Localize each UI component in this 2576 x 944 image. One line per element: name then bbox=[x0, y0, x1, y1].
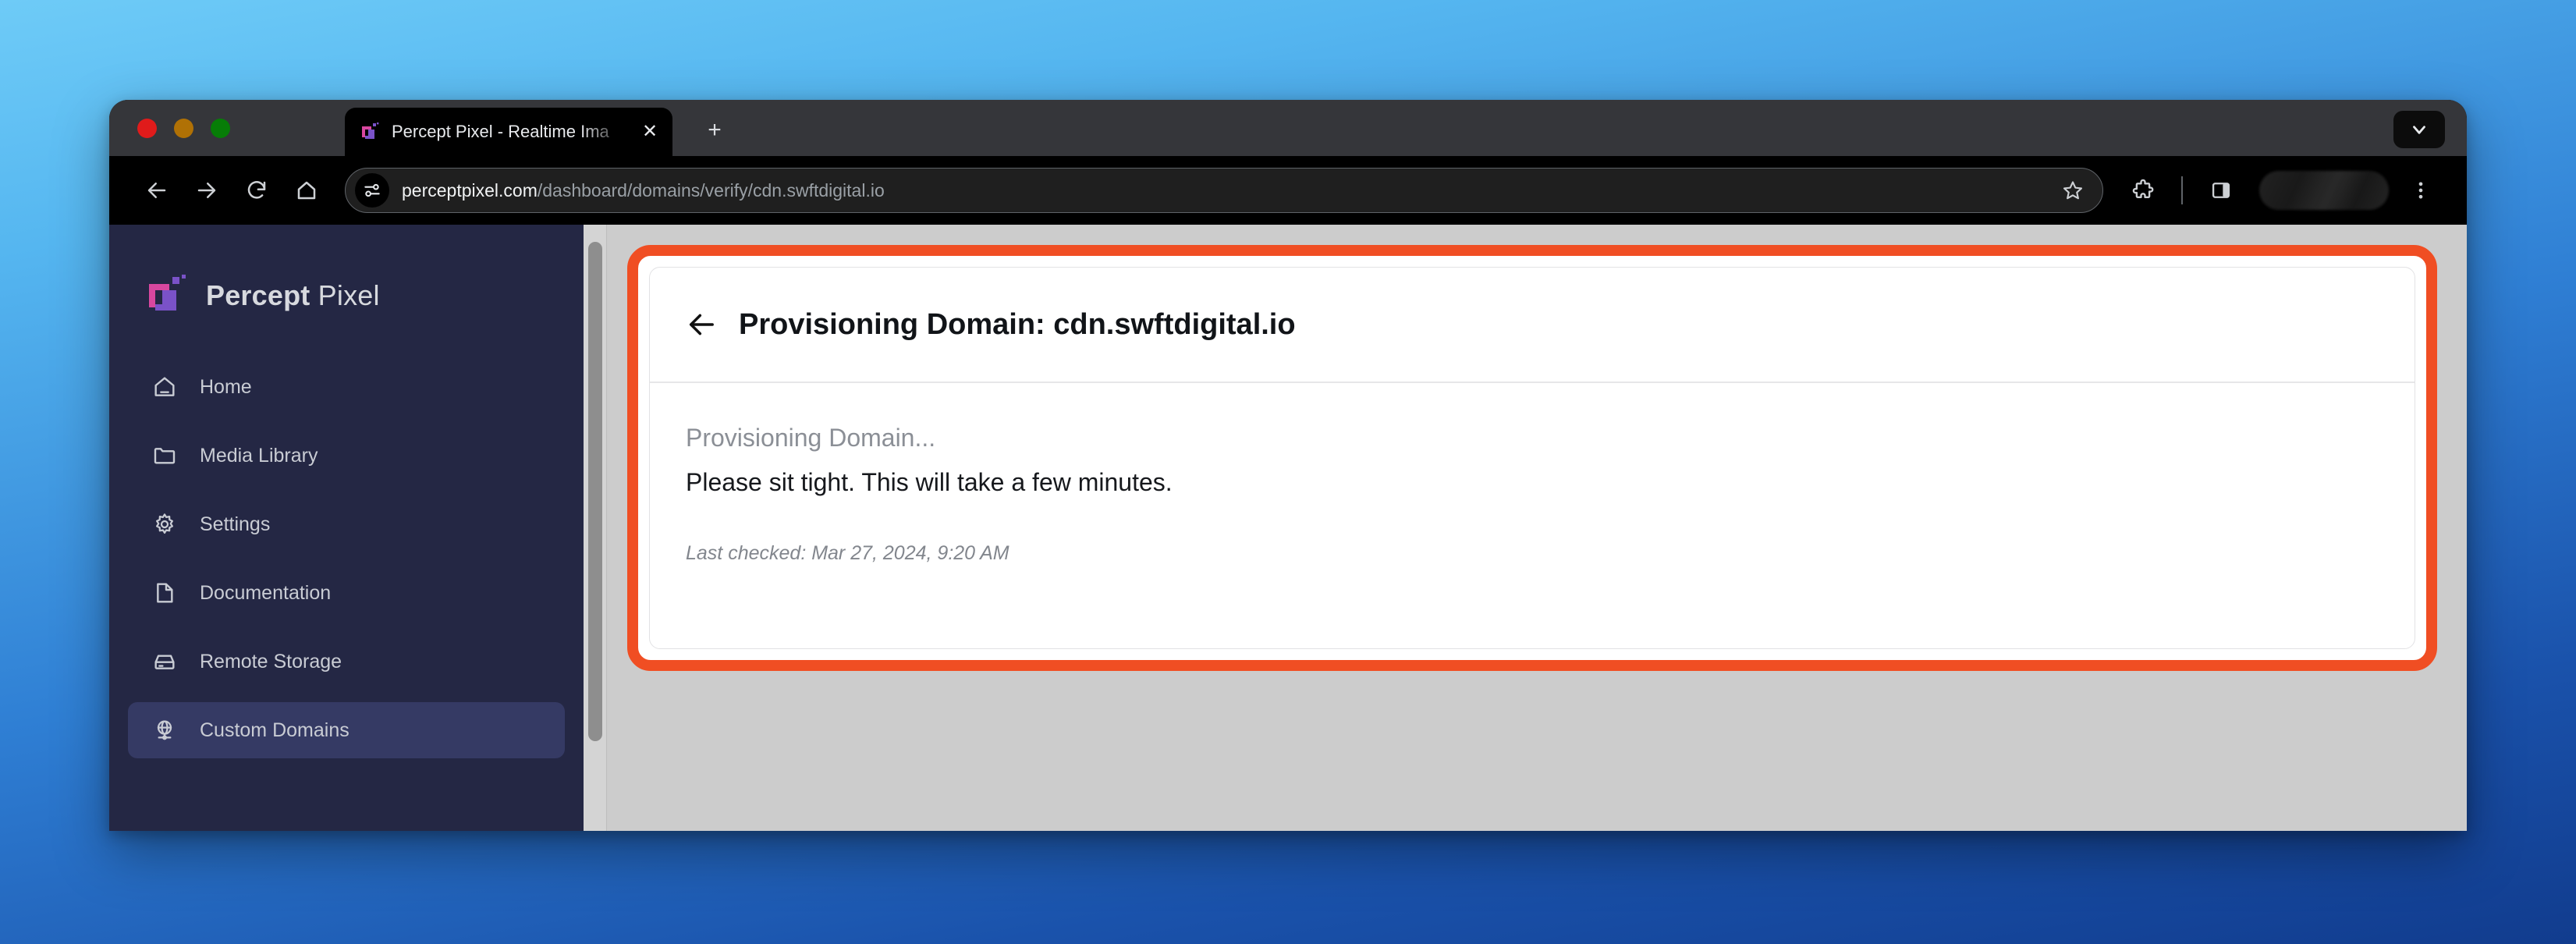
sidebar-item-label: Custom Domains bbox=[200, 719, 349, 741]
home-icon[interactable] bbox=[284, 168, 329, 213]
browser-toolbar: perceptpixel.com/dashboard/domains/verif… bbox=[109, 156, 2467, 225]
address-bar[interactable]: perceptpixel.com/dashboard/domains/verif… bbox=[345, 168, 2103, 213]
sidebar-item-label: Remote Storage bbox=[200, 650, 342, 673]
percept-pixel-logo-icon bbox=[360, 122, 381, 142]
gear-icon bbox=[150, 509, 179, 539]
sidebar-item-home[interactable]: Home bbox=[128, 359, 565, 415]
back-arrow-icon[interactable] bbox=[134, 168, 179, 213]
sidebar-item-label: Documentation bbox=[200, 581, 332, 604]
url-host: perceptpixel.com bbox=[402, 179, 538, 201]
sidebar-item-custom-domains[interactable]: Custom Domains bbox=[128, 702, 565, 758]
close-icon[interactable]: ✕ bbox=[638, 120, 662, 144]
sidebar-item-remote-storage[interactable]: Remote Storage bbox=[128, 633, 565, 690]
browser-window: Percept Pixel - Realtime Ima ✕ + percept… bbox=[109, 100, 2467, 831]
main-content: Provisioning Domain: cdn.swftdigital.io … bbox=[607, 225, 2467, 831]
house-icon bbox=[150, 372, 179, 402]
sidebar-item-label: Home bbox=[200, 375, 252, 398]
sidebar-nav: Home Media Library Settings Documentatio… bbox=[109, 359, 584, 758]
tab-title: Percept Pixel - Realtime Ima bbox=[392, 122, 609, 141]
brand-logo[interactable]: Percept Pixel bbox=[109, 231, 584, 326]
sidebar-item-documentation[interactable]: Documentation bbox=[128, 565, 565, 621]
brand-name: Percept Pixel bbox=[206, 279, 380, 312]
message-text: Please sit tight. This will take a few m… bbox=[686, 468, 1173, 496]
profile-avatar[interactable] bbox=[2259, 171, 2389, 210]
chevron-down-icon[interactable] bbox=[2393, 111, 2445, 148]
back-arrow-icon[interactable] bbox=[686, 309, 717, 340]
status-text: Provisioning Domain... bbox=[686, 424, 936, 452]
sidebar-item-media-library[interactable]: Media Library bbox=[128, 428, 565, 484]
new-tab-button[interactable]: + bbox=[698, 114, 731, 147]
sidebar-item-settings[interactable]: Settings bbox=[128, 496, 565, 552]
browser-tab[interactable]: Percept Pixel - Realtime Ima ✕ bbox=[345, 108, 672, 156]
percept-pixel-logo-icon bbox=[145, 273, 190, 318]
page-scrollbar[interactable] bbox=[584, 225, 607, 831]
minimize-window-button[interactable] bbox=[174, 119, 193, 138]
side-panel-icon[interactable] bbox=[2198, 168, 2244, 213]
window-traffic-lights bbox=[137, 119, 230, 138]
card-body: Provisioning Domain... Please sit tight.… bbox=[650, 383, 2415, 565]
puzzle-piece-icon[interactable] bbox=[2120, 168, 2166, 213]
app-sidebar: Percept Pixel Home Media Library Setting… bbox=[109, 225, 584, 831]
url-text: perceptpixel.com/dashboard/domains/verif… bbox=[402, 180, 2042, 201]
highlight-annotation: Provisioning Domain: cdn.swftdigital.io … bbox=[627, 245, 2437, 671]
page-viewport: Percept Pixel Home Media Library Setting… bbox=[109, 225, 2467, 831]
maximize-window-button[interactable] bbox=[211, 119, 230, 138]
last-checked-timestamp: Last checked: Mar 27, 2024, 9:20 AM bbox=[686, 542, 1009, 564]
toolbar-divider bbox=[2181, 176, 2183, 204]
url-path: /dashboard/domains/verify/cdn.swftdigita… bbox=[537, 179, 885, 201]
close-window-button[interactable] bbox=[137, 119, 157, 138]
three-dot-menu-icon[interactable] bbox=[2398, 168, 2443, 213]
tab-strip: Percept Pixel - Realtime Ima ✕ + bbox=[109, 100, 2467, 156]
brand-name-bold: Percept bbox=[206, 279, 310, 311]
document-icon bbox=[150, 578, 179, 608]
brand-name-light: Pixel bbox=[318, 279, 380, 311]
folder-icon bbox=[150, 441, 179, 470]
site-settings-icon[interactable] bbox=[355, 173, 389, 208]
globe-stand-icon bbox=[150, 715, 179, 745]
star-icon[interactable] bbox=[2054, 172, 2092, 209]
reload-icon[interactable] bbox=[234, 168, 279, 213]
sidebar-item-label: Media Library bbox=[200, 444, 318, 467]
forward-arrow-icon[interactable] bbox=[184, 168, 229, 213]
page-title: Provisioning Domain: cdn.swftdigital.io bbox=[739, 307, 1296, 341]
hard-drive-icon bbox=[150, 647, 179, 676]
card-header: Provisioning Domain: cdn.swftdigital.io bbox=[650, 268, 2415, 383]
scrollbar-thumb[interactable] bbox=[588, 242, 602, 741]
sidebar-item-label: Settings bbox=[200, 513, 271, 535]
provisioning-card: Provisioning Domain: cdn.swftdigital.io … bbox=[649, 267, 2415, 649]
